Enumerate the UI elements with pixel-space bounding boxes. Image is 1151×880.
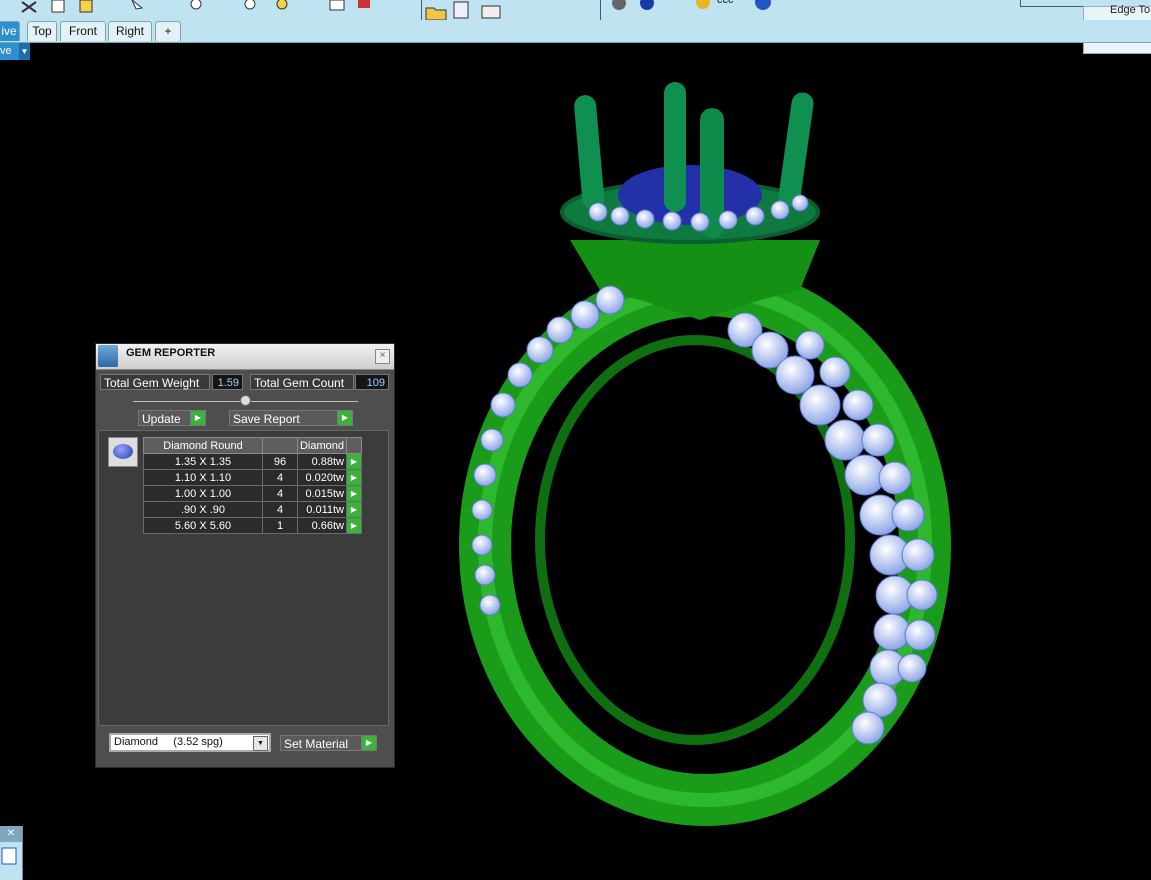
gem-count: 4 <box>262 501 298 518</box>
close-icon[interactable]: ✕ <box>0 826 22 842</box>
row-select-arrow-icon[interactable]: ▶ <box>346 501 362 518</box>
table-row[interactable]: 1.00 X 1.00 4 0.015tw ▶ <box>143 485 362 502</box>
row-select-arrow-icon[interactable]: ▶ <box>346 469 362 486</box>
gem-size: 5.60 X 5.60 <box>143 517 263 534</box>
total-gem-weight-value: 1.59 <box>212 374 243 390</box>
update-button-label: Update <box>142 412 181 426</box>
total-gem-count-value: 109 <box>355 374 389 390</box>
material-select[interactable]: Diamond (3.52 spg) ▼ <box>109 733 271 752</box>
gem-reporter-logo-icon <box>98 345 118 367</box>
gem-count: 1 <box>262 517 298 534</box>
header-action <box>346 437 362 454</box>
gem-count: 4 <box>262 485 298 502</box>
play-arrow-icon: ▶ <box>337 411 352 425</box>
round-gem-icon <box>113 444 133 459</box>
gem-count: 96 <box>262 453 298 470</box>
update-button[interactable]: Update ▶ <box>138 410 206 426</box>
gem-size: 1.00 X 1.00 <box>143 485 263 502</box>
table-row[interactable]: 5.60 X 5.60 1 0.66tw ▶ <box>143 517 362 534</box>
gem-weight: 0.88tw <box>297 453 347 470</box>
header-count <box>262 437 298 454</box>
row-select-arrow-icon[interactable]: ▶ <box>346 517 362 534</box>
row-select-arrow-icon[interactable]: ▶ <box>346 485 362 502</box>
row-select-arrow-icon[interactable]: ▶ <box>346 453 362 470</box>
gem-reporter-window: GEM REPORTER × Total Gem Weight 1.59 Tot… <box>95 343 395 768</box>
gem-table-header: Diamond Round Diamond <box>143 437 362 454</box>
panel-slider-handle[interactable] <box>240 395 251 406</box>
panel-tool-icon[interactable] <box>0 842 22 880</box>
table-row[interactable]: 1.10 X 1.10 4 0.020tw ▶ <box>143 469 362 486</box>
table-row[interactable]: 1.35 X 1.35 96 0.88tw ▶ <box>143 453 362 470</box>
set-material-button-label: Set Material <box>284 737 349 751</box>
material-select-value: Diamond (3.52 spg) <box>114 736 223 748</box>
set-material-button[interactable]: Set Material ▶ <box>280 735 377 751</box>
total-gem-weight-label: Total Gem Weight <box>100 374 210 390</box>
header-gem-shape: Diamond Round <box>143 437 263 454</box>
gem-weight: 0.015tw <box>297 485 347 502</box>
play-arrow-icon: ▶ <box>190 411 205 425</box>
gem-size: 1.10 X 1.10 <box>143 469 263 486</box>
header-material: Diamond <box>297 437 347 454</box>
gem-weight: 0.011tw <box>297 501 347 518</box>
close-icon[interactable]: × <box>375 349 390 364</box>
gem-reporter-title: GEM REPORTER <box>126 347 216 359</box>
gem-shape-thumbnail[interactable] <box>108 437 138 467</box>
bottom-left-panel: ✕ <box>0 826 23 880</box>
gem-count: 4 <box>262 469 298 486</box>
gem-weight: 0.66tw <box>297 517 347 534</box>
save-report-button-label: Save Report <box>233 412 300 426</box>
gem-size: .90 X .90 <box>143 501 263 518</box>
gem-weight: 0.020tw <box>297 469 347 486</box>
gem-reporter-titlebar[interactable]: GEM REPORTER × <box>96 344 394 370</box>
gem-size: 1.35 X 1.35 <box>143 453 263 470</box>
save-report-button[interactable]: Save Report ▶ <box>229 410 353 426</box>
gem-list-area: Diamond Round Diamond 1.35 X 1.35 96 0.8… <box>98 430 389 726</box>
chevron-down-icon: ▼ <box>253 736 268 751</box>
total-gem-count-label: Total Gem Count <box>250 374 354 390</box>
table-row[interactable]: .90 X .90 4 0.011tw ▶ <box>143 501 362 518</box>
gem-table: Diamond Round Diamond 1.35 X 1.35 96 0.8… <box>143 437 362 534</box>
play-arrow-icon: ▶ <box>361 736 376 750</box>
